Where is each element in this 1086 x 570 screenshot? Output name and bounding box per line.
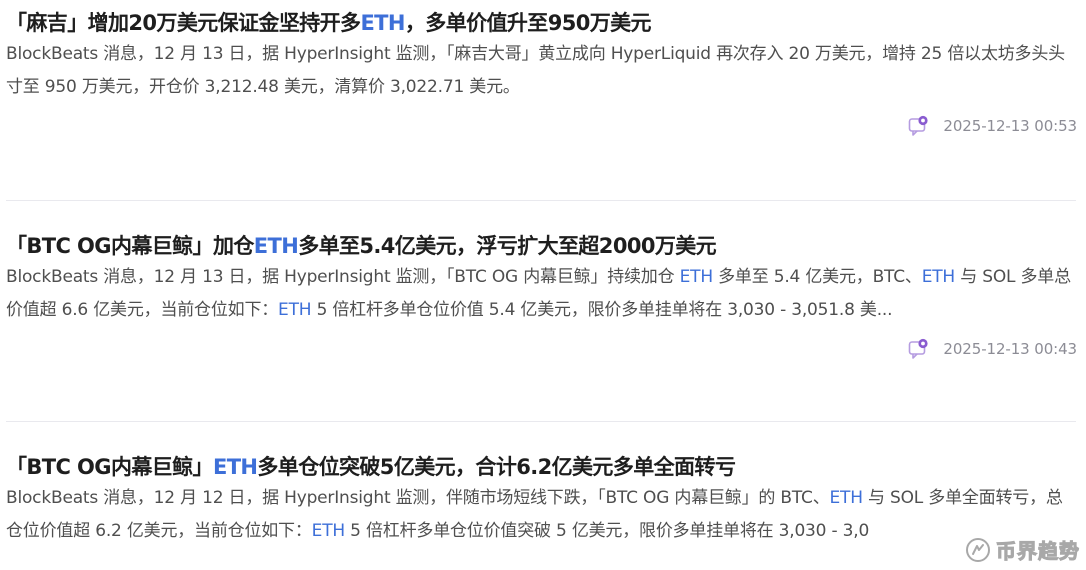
title-keyword-eth[interactable]: ETH [254,234,299,258]
summary-link-eth[interactable]: ETH [830,488,864,508]
watermark-text: 币界趋势 [996,539,1080,564]
title-text: 「BTC OG内幕巨鲸」 [6,455,214,479]
news-title[interactable]: 「BTC OG内幕巨鲸」加仓ETH多单至5.4亿美元，浮亏扩大至超2000万美元 [6,231,1078,261]
summary-text: BlockBeats 消息，12 月 13 日，据 HyperInsight 监… [6,267,680,287]
news-title[interactable]: 「BTC OG内幕巨鲸」ETH多单仓位突破5亿美元，合计6.2亿美元多单全面转亏 [6,452,1078,482]
comment-bubble-icon[interactable] [908,115,930,137]
watermark-logo-icon [966,537,990,562]
title-text: ，多单价值升至950万美元 [404,11,652,35]
summary-text: BlockBeats 消息，12 月 13 日，据 HyperInsight 监… [6,44,1065,97]
news-summary: BlockBeats 消息，12 月 12 日，据 HyperInsight 监… [6,482,1078,552]
title-keyword-eth[interactable]: ETH [360,11,405,35]
summary-text: 5 倍杠杆多单仓位价值 5.4 亿美元，限价多单挂单将在 3,030 - 3,0… [311,300,893,320]
news-item[interactable]: 「BTC OG内幕巨鲸」加仓ETH多单至5.4亿美元，浮亏扩大至超2000万美元… [6,201,1078,421]
summary-text: 5 倍杠杆多单仓位价值突破 5 亿美元，限价多单挂单将在 3,030 - 3,0 [344,521,870,541]
title-text: 「麻吉」增加20万美元保证金坚持开多 [6,11,361,35]
news-timestamp: 2025-12-13 00:53 [943,117,1077,135]
watermark: 币界趋势 [965,535,1080,564]
comment-bubble-icon[interactable] [908,338,930,360]
summary-text: 多单至 5.4 亿美元，BTC、 [712,267,922,287]
news-title[interactable]: 「麻吉」增加20万美元保证金坚持开多ETH，多单价值升至950万美元 [6,8,1078,38]
title-text: 「BTC OG内幕巨鲸」加仓 [6,234,254,258]
news-meta: 2025-12-13 00:43 [6,336,1078,362]
title-text: 多单至5.4亿美元，浮亏扩大至超2000万美元 [298,234,717,258]
title-text: 多单仓位突破5亿美元，合计6.2亿美元多单全面转亏 [257,455,736,479]
news-timestamp: 2025-12-13 00:43 [943,340,1077,358]
summary-link-eth[interactable]: ETH [680,267,714,287]
news-item[interactable]: 「麻吉」增加20万美元保证金坚持开多ETH，多单价值升至950万美元 Block… [6,0,1078,200]
summary-link-eth[interactable]: ETH [922,267,956,287]
title-keyword-eth[interactable]: ETH [213,455,258,479]
summary-link-eth[interactable]: ETH [312,521,346,541]
news-summary: BlockBeats 消息，12 月 13 日，据 HyperInsight 监… [6,261,1078,327]
summary-link-eth[interactable]: ETH [278,300,312,320]
news-summary: BlockBeats 消息，12 月 13 日，据 HyperInsight 监… [6,38,1078,104]
news-meta: 2025-12-13 00:53 [6,113,1078,139]
news-feed: 「麻吉」增加20万美元保证金坚持开多ETH，多单价值升至950万美元 Block… [0,0,1086,570]
news-item[interactable]: 「BTC OG内幕巨鲸」ETH多单仓位突破5亿美元，合计6.2亿美元多单全面转亏… [6,422,1078,570]
summary-text: BlockBeats 消息，12 月 12 日，据 HyperInsight 监… [6,488,830,508]
